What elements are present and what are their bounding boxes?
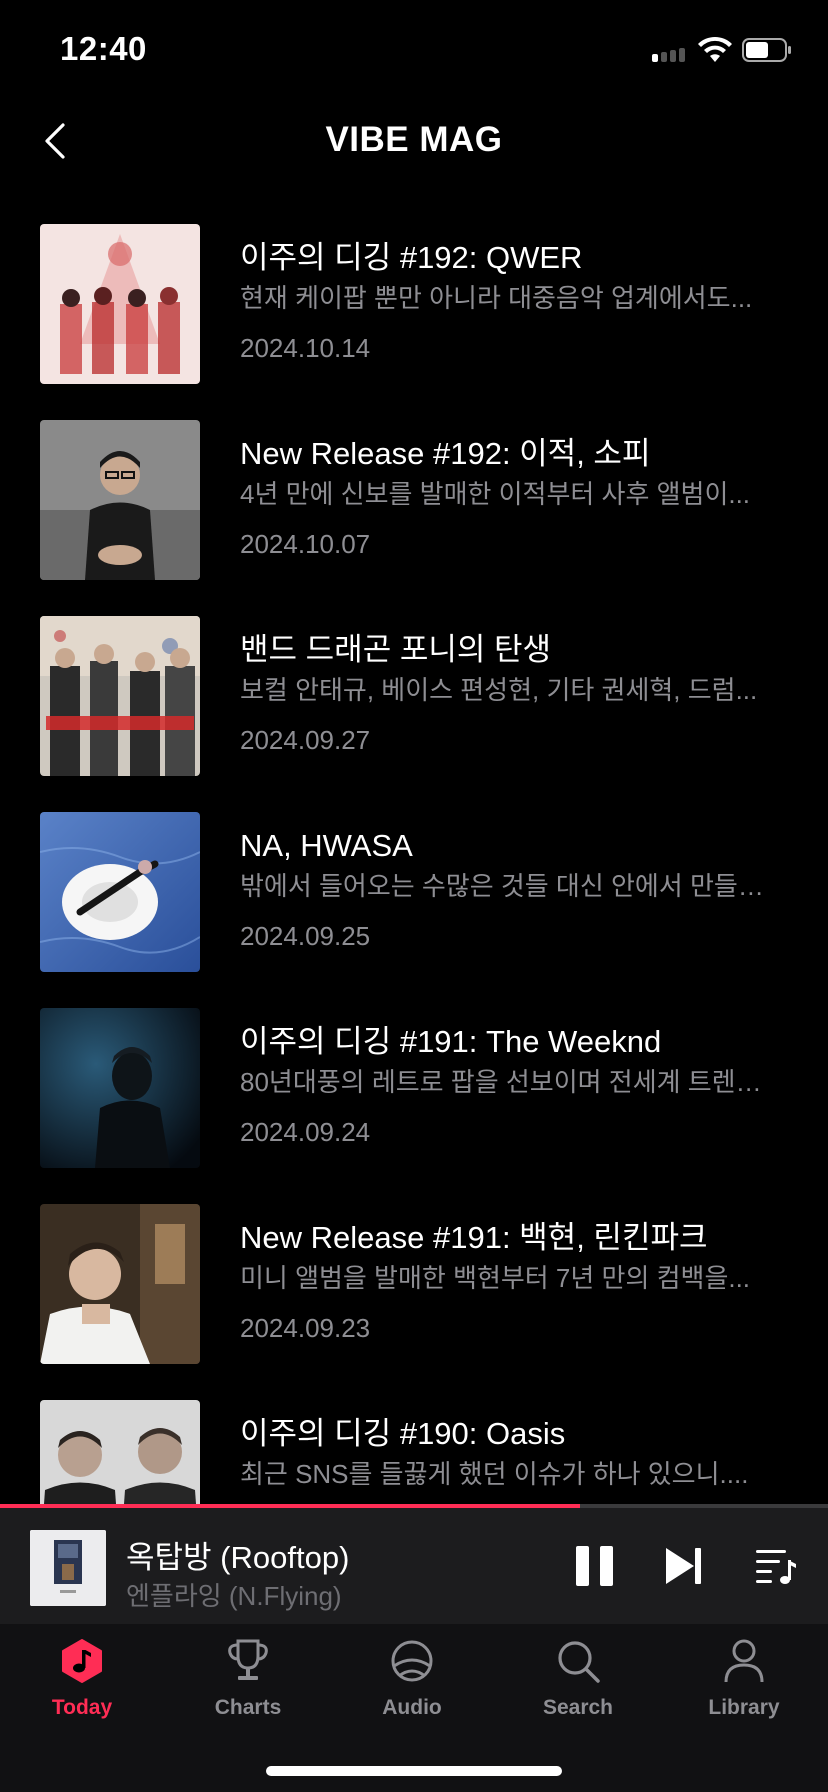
article-thumbnail [40,224,200,384]
tab-search-label: Search [542,1696,614,1719]
article-item[interactable]: New Release #192: 이적, 소피 4년 만에 신보를 발매한 이… [40,412,800,580]
article-title: NA, HWASA [240,828,413,863]
article-date: 2024.10.07 [240,529,371,559]
pause-icon [576,1546,613,1586]
trophy-icon [228,1639,268,1680]
home-indicator[interactable] [266,1766,562,1776]
article-title: 이주의 디깅 #190: Oasis [240,1416,566,1451]
article-description: 최근 SNS를 들끓게 했던 이슈가 하나 있으니.... [240,1459,749,1489]
article-thumbnail [40,1008,200,1168]
queue-button[interactable] [754,1546,798,1586]
article-thumbnail [40,812,200,972]
article-thumbnail [40,420,200,580]
pause-button[interactable] [574,1544,616,1588]
skip-forward-icon [666,1548,701,1584]
now-playing-artist: 엔플라잉 (N.Flying) [126,1581,342,1611]
next-track-button[interactable] [664,1544,704,1588]
article-thumbnail [40,616,200,776]
article-date: 2024.09.27 [240,725,371,755]
article-title: 이주의 디깅 #191: The Weeknd [240,1024,662,1059]
mini-player[interactable]: 옥탑방 (Rooftop) 엔플라잉 (N.Flying) [0,1508,828,1624]
tab-today[interactable]: Today [22,1636,142,1736]
article-title: New Release #192: 이적, 소피 [240,436,651,471]
music-note-icon [62,1639,102,1683]
search-icon [558,1641,600,1683]
header: VIBE MAG [0,100,828,182]
article-description: 4년 만에 신보를 발매한 이적부터 사후 앨범이... [240,479,751,509]
article-date: 2024.09.24 [240,1117,371,1147]
tab-audio-label: Audio [382,1696,442,1719]
tab-library-label: Library [708,1696,780,1719]
article-date: 2024.09.25 [240,921,371,951]
cellular-signal-icon [652,46,692,62]
tab-charts[interactable]: Charts [188,1636,308,1736]
podcast-icon [391,1640,433,1682]
page-title: VIBE MAG [325,120,503,159]
article-title: 밴드 드래곤 포니의 탄생 [240,632,552,667]
tab-audio[interactable]: Audio [352,1636,472,1736]
article-description: 미니 앨범을 발매한 백현부터 7년 만의 컴백을... [240,1263,751,1293]
person-icon [724,1639,764,1683]
article-list[interactable]: 이주의 디깅 #192: QWER 현재 케이팝 뿐만 아니라 대중음악 업계에… [0,216,828,1504]
article-description: 80년대풍의 레트로 팝을 선보이며 전세계 트렌… [240,1067,762,1097]
article-description: 현재 케이팝 뿐만 아니라 대중음악 업계에서도... [240,283,753,313]
article-description: 밖에서 들어오는 수많은 것들 대신 안에서 만들… [240,871,764,901]
article-item[interactable]: 이주의 디깅 #191: The Weeknd 80년대풍의 레트로 팝을 선보… [40,1000,800,1168]
article-item[interactable]: NA, HWASA 밖에서 들어오는 수많은 것들 대신 안에서 만들… 202… [40,804,800,972]
article-title: 이주의 디깅 #192: QWER [240,240,583,275]
tab-search[interactable]: Search [518,1636,638,1736]
wifi-icon [698,36,732,62]
article-date: 2024.10.14 [240,333,371,363]
now-playing-artwork [30,1530,106,1606]
article-description: 보컬 안태규, 베이스 편성현, 기타 권세혁, 드럼... [240,675,758,705]
status-time: 12:40 [60,30,147,67]
article-item[interactable]: 이주의 디깅 #192: QWER 현재 케이팝 뿐만 아니라 대중음악 업계에… [40,216,800,384]
tab-today-label: Today [51,1696,113,1719]
article-thumbnail [40,1400,200,1504]
tab-library[interactable]: Library [684,1636,804,1736]
battery-icon [742,38,791,62]
playlist-icon [756,1550,796,1584]
article-item[interactable]: 밴드 드래곤 포니의 탄생 보컬 안태규, 베이스 편성현, 기타 권세혁, 드… [40,608,800,776]
article-title: New Release #191: 백현, 린킨파크 [240,1220,708,1255]
article-thumbnail [40,1204,200,1364]
article-item[interactable]: 이주의 디깅 #190: Oasis 최근 SNS를 들끓게 했던 이슈가 하나… [40,1392,800,1504]
article-date: 2024.09.23 [240,1313,371,1343]
tab-charts-label: Charts [214,1696,282,1719]
now-playing-title: 옥탑방 (Rooftop) [126,1540,350,1575]
article-item[interactable]: New Release #191: 백현, 린킨파크 미니 앨범을 발매한 백현… [40,1196,800,1364]
status-bar: 12:40 [0,0,828,100]
